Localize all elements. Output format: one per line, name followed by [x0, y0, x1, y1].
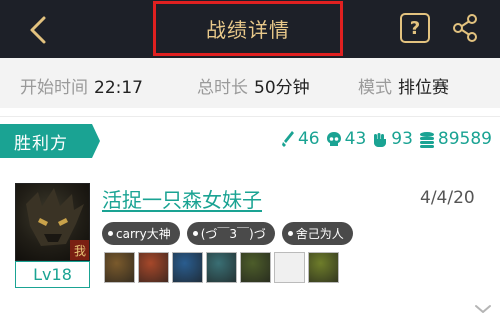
assists-stat: 93: [372, 129, 413, 149]
item-slot-2[interactable]: [138, 252, 169, 283]
item-build: [104, 252, 342, 283]
match-date: 4/4/20: [420, 188, 475, 208]
share-button[interactable]: [450, 12, 480, 44]
game-mode-value: 排位赛: [398, 78, 449, 98]
tag-chip: (づ￣3￣)づ: [186, 222, 275, 245]
duration-label: 总时长: [197, 78, 248, 98]
kills-value: 46: [297, 129, 320, 149]
team-stats: 46 43 93 89589: [275, 129, 492, 149]
share-icon: [453, 14, 477, 42]
match-info-bar: 开始时间 22:17 总时长 50分钟 模式 排位赛: [0, 58, 500, 108]
tag-label: (づ￣3￣)づ: [200, 227, 266, 241]
item-slot-3[interactable]: [172, 252, 203, 283]
start-time-label: 开始时间: [20, 78, 88, 98]
item-slot-trinket[interactable]: [308, 252, 339, 283]
title-highlight-box: 战绩详情: [153, 1, 343, 56]
duration-value: 50分钟: [254, 78, 310, 98]
tag-label: 舍己为人: [295, 227, 344, 241]
gold-stat: 89589: [419, 129, 492, 149]
game-mode: 模式 排位赛: [358, 73, 449, 98]
back-button[interactable]: [20, 10, 60, 50]
coins-icon: [419, 131, 434, 148]
top-bar: 战绩详情 ?: [0, 0, 500, 58]
kills-stat: 46: [281, 129, 320, 149]
sword-icon: [281, 131, 294, 147]
level-badge: Lv18: [15, 261, 90, 288]
help-button[interactable]: ?: [400, 13, 430, 43]
tag-dot-icon: [108, 231, 113, 236]
assists-value: 93: [391, 129, 413, 149]
item-slot-4[interactable]: [206, 252, 237, 283]
deaths-stat: 43: [326, 129, 367, 149]
player-name-link[interactable]: 活捉一只森女妹子: [102, 184, 262, 213]
champion-portrait-icon: 我: [26, 188, 89, 260]
question-mark-icon: ?: [409, 17, 421, 39]
tag-chip: 舍己为人: [281, 222, 353, 245]
player-tags: carry大神 (づ￣3￣)づ 舍己为人: [102, 222, 360, 245]
page-title: 战绩详情: [206, 18, 290, 42]
start-time: 开始时间 22:17: [20, 73, 143, 98]
item-slot-empty[interactable]: [274, 252, 305, 283]
tag-dot-icon: [287, 231, 293, 236]
winning-team-label: 胜利方: [14, 133, 68, 154]
fist-icon: [374, 132, 387, 147]
divider: [0, 116, 500, 117]
duration: 总时长 50分钟: [197, 73, 310, 98]
champion-avatar[interactable]: 我: [15, 183, 90, 261]
svg-text:我: 我: [74, 244, 86, 258]
chevron-left-icon: [30, 16, 46, 44]
deaths-value: 43: [344, 129, 367, 149]
tag-dot-icon: [192, 231, 198, 236]
tag-chip: carry大神: [102, 222, 180, 245]
game-mode-label: 模式: [358, 78, 392, 98]
winning-team-tag: 胜利方: [0, 124, 100, 158]
start-time-value: 22:17: [94, 78, 143, 98]
team-header: 胜利方 46 43 93 89589: [0, 124, 500, 158]
chevron-down-icon[interactable]: [473, 302, 493, 316]
skull-icon: [326, 131, 341, 146]
tag-label: carry大神: [116, 227, 171, 241]
item-slot-1[interactable]: [104, 252, 135, 283]
level-text: Lv18: [33, 265, 72, 284]
gold-value: 89589: [437, 129, 492, 149]
item-slot-5[interactable]: [240, 252, 271, 283]
